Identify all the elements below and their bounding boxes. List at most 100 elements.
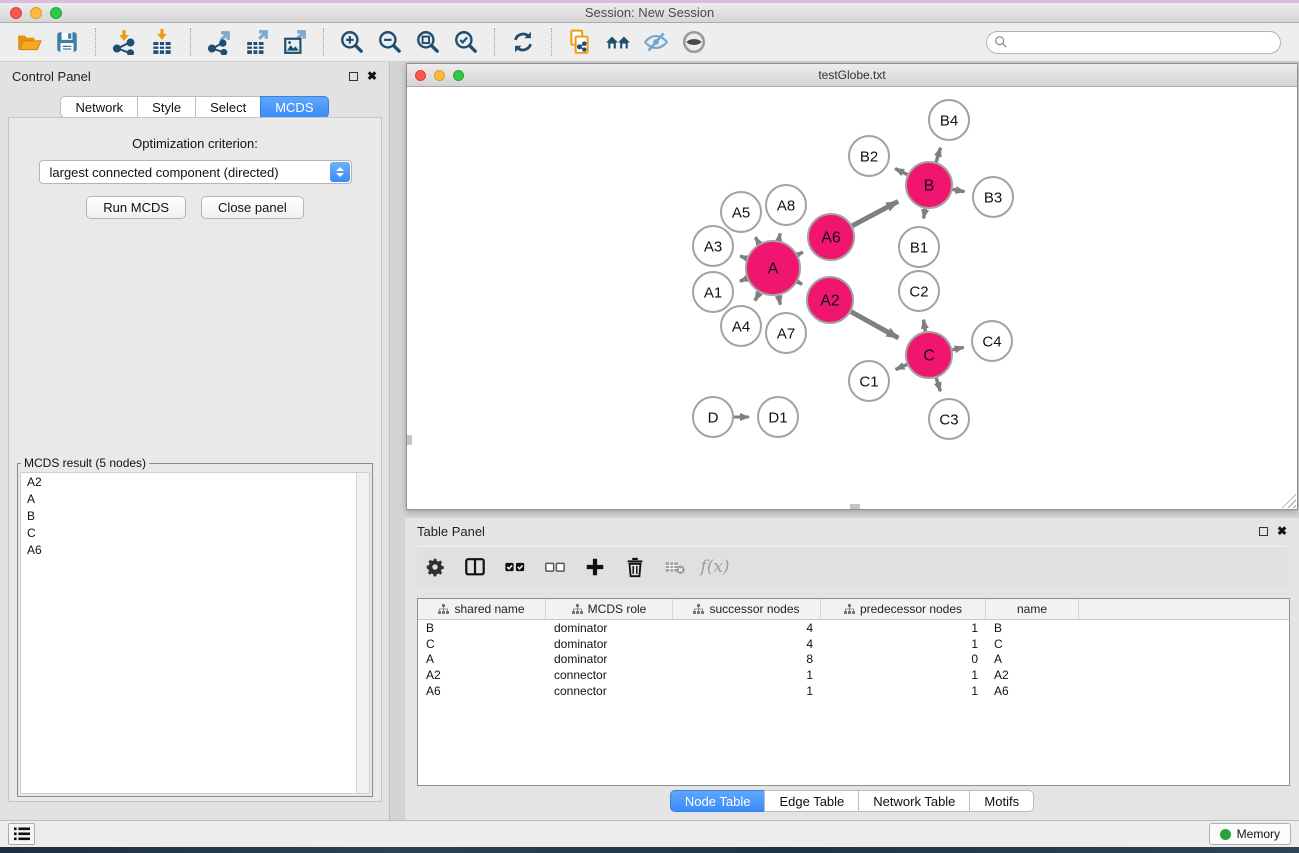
tab-edge-table[interactable]: Edge Table	[764, 790, 859, 812]
table-row[interactable]: A6connector11A6	[418, 683, 1289, 699]
zoom-out-button[interactable]	[373, 26, 407, 58]
column-header-predecessor-nodes[interactable]: predecessor nodes	[821, 599, 986, 619]
tab-network[interactable]: Network	[60, 96, 138, 118]
function-builder-button[interactable]: f(x)	[697, 550, 733, 584]
table-cell[interactable]: 8	[673, 652, 821, 666]
home-layout-button[interactable]	[601, 26, 635, 58]
export-image-button[interactable]	[278, 26, 312, 58]
table-cell[interactable]: A6	[986, 684, 1079, 698]
save-session-button[interactable]	[50, 26, 84, 58]
table-cell[interactable]: A6	[418, 684, 546, 698]
delete-table-button[interactable]	[657, 550, 693, 584]
graph-edge-C-C3[interactable]	[936, 378, 940, 391]
tab-style[interactable]: Style	[137, 96, 196, 118]
graph-edge-C-C4[interactable]	[952, 347, 963, 350]
mcds-result-item[interactable]: B	[21, 507, 369, 524]
table-row[interactable]: Bdominator41B	[418, 620, 1289, 636]
import-table-button[interactable]	[145, 26, 179, 58]
column-header-shared-name[interactable]: shared name	[418, 599, 546, 619]
memory-button[interactable]: Memory	[1209, 823, 1291, 845]
table-row[interactable]: Adominator80A	[418, 652, 1289, 668]
graph-edge-B-B2[interactable]	[895, 169, 907, 175]
vertical-scroll-indicator[interactable]	[407, 435, 412, 445]
table-cell[interactable]: 1	[673, 684, 821, 698]
table-cell[interactable]: connector	[546, 668, 673, 682]
network-window-titlebar[interactable]: testGlobe.txt	[407, 64, 1297, 87]
delete-row-button[interactable]	[617, 550, 653, 584]
table-cell[interactable]: dominator	[546, 637, 673, 651]
table-cell[interactable]: A	[986, 652, 1079, 666]
search-input[interactable]	[986, 31, 1281, 54]
graph-edge-A-A2[interactable]	[797, 282, 802, 285]
table-cell[interactable]: 1	[821, 684, 986, 698]
close-panel-button[interactable]: Close panel	[201, 196, 304, 219]
table-cell[interactable]: A2	[418, 668, 546, 682]
table-cell[interactable]: A	[418, 652, 546, 666]
tab-motifs[interactable]: Motifs	[969, 790, 1034, 812]
zoom-fit-button[interactable]	[411, 26, 445, 58]
hide-selected-button[interactable]	[639, 26, 673, 58]
table-options-button[interactable]	[417, 550, 453, 584]
table-cell[interactable]: 1	[673, 668, 821, 682]
mcds-result-item[interactable]: A6	[21, 541, 369, 558]
graph-edge-A-A3[interactable]	[740, 256, 747, 258]
task-history-button[interactable]	[8, 823, 35, 845]
graph-edge-A6-B[interactable]	[852, 201, 898, 225]
column-header-successor-nodes[interactable]: successor nodes	[673, 599, 821, 619]
column-header-MCDS-role[interactable]: MCDS role	[546, 599, 673, 619]
zoom-selected-button[interactable]	[449, 26, 483, 58]
graph-edge-A-A5[interactable]	[755, 237, 759, 244]
graph-edge-A-A6[interactable]	[798, 252, 803, 255]
table-row[interactable]: A2connector11A2	[418, 667, 1289, 683]
run-mcds-button[interactable]: Run MCDS	[86, 196, 186, 219]
graph-edge-A2-C[interactable]	[851, 312, 898, 338]
scrollbar-track[interactable]	[356, 473, 369, 793]
table-cell[interactable]: dominator	[546, 652, 673, 666]
import-network-button[interactable]	[107, 26, 141, 58]
close-table-panel-icon[interactable]: ✖	[1277, 525, 1287, 537]
mcds-result-item[interactable]: C	[21, 524, 369, 541]
float-panel-icon[interactable]	[349, 72, 358, 81]
tab-mcds[interactable]: MCDS	[260, 96, 328, 118]
export-table-button[interactable]	[240, 26, 274, 58]
deselect-all-button[interactable]	[537, 550, 573, 584]
criterion-dropdown[interactable]: largest connected component (directed)	[39, 160, 352, 184]
horizontal-scroll-indicator[interactable]	[850, 504, 860, 509]
table-cell[interactable]: 1	[821, 621, 986, 635]
export-network-button[interactable]	[202, 26, 236, 58]
refresh-button[interactable]	[506, 26, 540, 58]
show-all-button[interactable]	[677, 26, 711, 58]
mcds-result-item[interactable]: A2	[21, 473, 369, 490]
table-cell[interactable]: 1	[821, 668, 986, 682]
tab-network-table[interactable]: Network Table	[858, 790, 970, 812]
table-row[interactable]: Cdominator41C	[418, 636, 1289, 652]
graph-edge-B-B3[interactable]	[953, 189, 965, 191]
table-cell[interactable]: 4	[673, 621, 821, 635]
graph-edge-A-A7[interactable]	[779, 296, 781, 305]
tab-select[interactable]: Select	[195, 96, 261, 118]
column-header-name[interactable]: name	[986, 599, 1079, 619]
table-cell[interactable]: 1	[821, 637, 986, 651]
table-cell[interactable]: 4	[673, 637, 821, 651]
table-cell[interactable]: C	[986, 637, 1079, 651]
table-cell[interactable]: A2	[986, 668, 1079, 682]
table-cell[interactable]: B	[418, 621, 546, 635]
network-canvas[interactable]: B4B2BB3A5A8A6A3B1AA1C2A2A4A7C4CC1C3DD1	[407, 87, 1297, 509]
table-cell[interactable]: B	[986, 621, 1079, 635]
zoom-in-button[interactable]	[335, 26, 369, 58]
mcds-result-item[interactable]: A	[21, 490, 369, 507]
close-panel-icon[interactable]: ✖	[367, 70, 377, 82]
open-session-button[interactable]	[12, 26, 46, 58]
table-cell[interactable]: C	[418, 637, 546, 651]
table-cell[interactable]: dominator	[546, 621, 673, 635]
tab-node-table[interactable]: Node Table	[670, 790, 766, 812]
table-cell[interactable]: 0	[821, 652, 986, 666]
graph-edge-A-A4[interactable]	[755, 293, 760, 301]
graph-edge-A-A1[interactable]	[740, 278, 747, 281]
graph-edge-C-C2[interactable]	[924, 320, 926, 332]
select-all-button[interactable]	[497, 550, 533, 584]
float-table-panel-icon[interactable]	[1259, 527, 1268, 536]
graph-edge-A-A8[interactable]	[779, 233, 780, 240]
add-row-button[interactable]	[577, 550, 613, 584]
graph-edge-C-C1[interactable]	[896, 365, 907, 370]
